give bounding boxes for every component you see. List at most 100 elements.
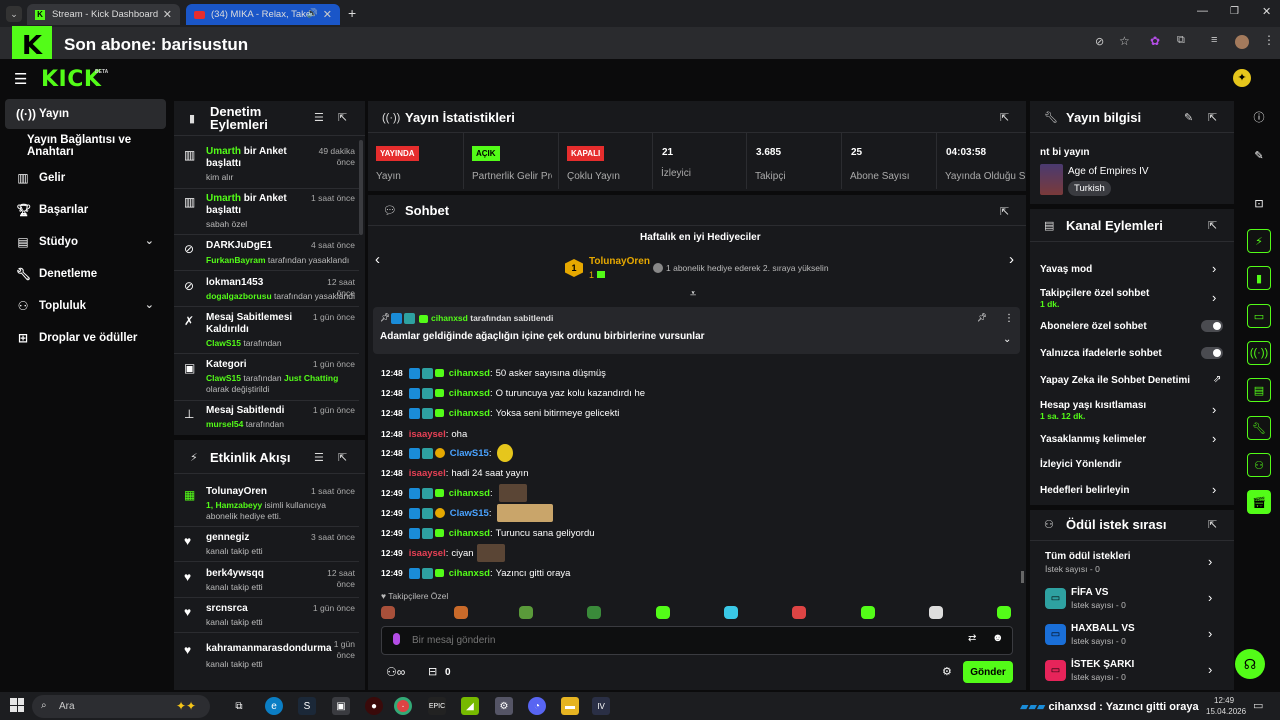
app-icon[interactable]: ● [365, 697, 383, 715]
emote-button[interactable] [724, 606, 738, 619]
scrollbar[interactable] [1021, 571, 1024, 583]
close-icon[interactable]: ✕ [163, 8, 172, 21]
edge-icon[interactable]: e [265, 697, 283, 715]
folder-icon[interactable]: ▬ [561, 697, 579, 715]
message-username[interactable]: isaaysel [409, 548, 446, 559]
chevron-right-icon[interactable]: › [1212, 261, 1216, 276]
browser-tab-youtube[interactable]: (34) MIKA - Relax, Take It Ea 🔊 ✕ [186, 4, 340, 25]
edit-icon[interactable]: ✎ [1184, 111, 1193, 124]
nav-item-droplar[interactable]: ⊞ Droplar ve ödüller [5, 323, 166, 353]
account-age-limit[interactable]: Hesap yaşı kısıtlaması [1040, 400, 1146, 411]
wrench-icon[interactable]: 🔧︎ [1247, 416, 1271, 440]
speaker-icon[interactable]: 🔊 [307, 8, 318, 19]
popout-icon[interactable]: ⇱ [1208, 111, 1217, 124]
emote-button[interactable] [656, 606, 670, 619]
raid-viewers[interactable]: İzleyici Yönlendir [1040, 459, 1122, 470]
chevron-right-icon[interactable]: › [1212, 431, 1216, 446]
chevron-right-icon[interactable]: › [1212, 482, 1216, 497]
profile-avatar[interactable] [1235, 35, 1249, 49]
edit-icon[interactable]: ✎ [1247, 143, 1271, 167]
puzzle-icon[interactable]: ⧉ [1177, 34, 1185, 47]
emote-button[interactable] [454, 606, 468, 619]
message-username[interactable]: cihanxsd [449, 408, 490, 419]
emote-button[interactable] [519, 606, 533, 619]
nav-item-studyo[interactable]: ▤ Stüdyo ⌄ [5, 227, 166, 257]
chevron-right-icon[interactable]: › [1208, 626, 1212, 641]
pin-icon[interactable]: 📌︎ [977, 313, 987, 322]
emote-button[interactable] [381, 606, 395, 619]
emoji-icon[interactable]: ☻ [992, 632, 1004, 644]
message-username[interactable]: isaaysel [409, 468, 446, 479]
message-username[interactable]: cihanxsd [449, 568, 490, 579]
chat-icon[interactable]: ▭ [1247, 304, 1271, 328]
app-icon[interactable]: ⚙︎ [495, 697, 513, 715]
popout-icon[interactable]: ⇱ [1000, 205, 1009, 218]
message-username[interactable]: ClawS15 [450, 508, 489, 519]
emote-button[interactable] [997, 606, 1011, 619]
message-username[interactable]: cihanxsd [449, 388, 490, 399]
followers-only-chat[interactable]: Takipçilere özel sohbet [1040, 288, 1149, 299]
more-icon[interactable]: ⋮ [1004, 313, 1014, 324]
chevron-down-icon[interactable]: ⌄ [1003, 334, 1011, 345]
slow-mode[interactable]: Yavaş mod [1040, 264, 1092, 275]
scrollbar[interactable] [359, 140, 363, 235]
steam-icon[interactable]: S [298, 697, 316, 715]
settings-icon[interactable]: ⚙︎ [942, 665, 952, 678]
broadcast-icon[interactable]: ((·)) [1247, 341, 1271, 365]
translate-icon[interactable]: ⇄ [968, 633, 976, 644]
crop-icon[interactable]: ⊡ [1247, 191, 1271, 215]
menu-dots-icon[interactable]: ⋮ [1263, 33, 1275, 47]
popout-icon[interactable]: ⇱ [338, 111, 347, 124]
emote-button[interactable] [792, 606, 806, 619]
close-icon[interactable]: ✕ [323, 8, 332, 21]
windows-start-icon[interactable] [10, 698, 24, 712]
chevron-right-icon[interactable]: › [1009, 251, 1014, 268]
nav-item-stream-key[interactable]: Yayın Bağlantısı ve Anahtarı [5, 131, 166, 161]
info-icon[interactable]: ⓘ [1247, 105, 1271, 129]
aoe-icon[interactable]: IV [592, 697, 610, 715]
ai-moderation[interactable]: Yapay Zeka ile Sohbet Denetimi [1040, 375, 1190, 386]
subscribers-only-toggle[interactable] [1201, 320, 1223, 332]
chevron-right-icon[interactable]: › [1212, 402, 1216, 417]
browser-tab-kick[interactable]: K Stream - Kick Dashboard ✕ [27, 4, 180, 25]
media-icon[interactable]: ≡ [1211, 34, 1217, 46]
minimize-icon[interactable]: — [1197, 5, 1208, 17]
nav-item-topluluk[interactable]: ⚇ Topluluk ⌄ [5, 291, 166, 321]
collapse-icon[interactable]: ⩡ [690, 288, 696, 301]
kick-logo[interactable]: KICK [41, 67, 101, 92]
filter-icon[interactable]: ☰ [314, 451, 324, 464]
new-tab-button[interactable]: + [348, 5, 356, 21]
task-view-icon[interactable]: ⧉ [230, 697, 248, 715]
reward-song[interactable]: İSTEK ŞARKI [1071, 659, 1134, 670]
popout-icon[interactable]: ⇱ [1208, 219, 1217, 232]
popout-icon[interactable]: ⇱ [1208, 518, 1217, 531]
chrome-icon[interactable]: · [394, 697, 412, 715]
message-username[interactable]: cihanxsd [449, 368, 490, 379]
nav-item-denetleme[interactable]: 🔧︎ Denetleme [5, 259, 166, 289]
store-icon[interactable]: ▣ [332, 697, 350, 715]
extension-icon[interactable]: ✿ [1150, 34, 1160, 48]
set-goals[interactable]: Hedefleri belirleyin [1040, 485, 1129, 496]
message-username[interactable]: cihanxsd [449, 488, 490, 499]
emotes-only-toggle[interactable] [1201, 347, 1223, 359]
channel-points-icon[interactable]: ⚇∞ [386, 665, 405, 679]
support-button[interactable]: ☊ [1235, 649, 1265, 679]
filter-icon[interactable]: ☰ [314, 111, 324, 124]
popout-icon[interactable]: ⇱ [1000, 111, 1009, 124]
hamburger-icon[interactable]: ☰ [14, 70, 27, 88]
nav-item-yayin[interactable]: ((·)) Yayın [5, 99, 166, 129]
notification-icon[interactable]: ▭ [1253, 699, 1263, 712]
popout-icon[interactable]: ⇱ [338, 451, 347, 464]
nav-item-basarilar[interactable]: 🏆︎ Başarılar [5, 195, 166, 225]
lightning-icon[interactable]: ⚡︎ [1247, 229, 1271, 253]
banned-words[interactable]: Yasaklanmış kelimeler [1040, 434, 1146, 445]
discord-icon[interactable]: ◔ [528, 697, 546, 715]
epic-icon[interactable]: EPIC [428, 697, 446, 715]
chevron-left-icon[interactable]: ‹ [375, 251, 380, 268]
eye-off-icon[interactable]: ⊘ [1095, 35, 1104, 48]
chevron-right-icon[interactable]: › [1208, 554, 1212, 569]
chevron-right-icon[interactable]: › [1208, 662, 1212, 677]
close-window-icon[interactable]: ✕ [1262, 5, 1271, 18]
gift-box-icon[interactable]: ⊟ [428, 665, 437, 678]
reward-haxball[interactable]: HAXBALL VS [1071, 623, 1135, 634]
